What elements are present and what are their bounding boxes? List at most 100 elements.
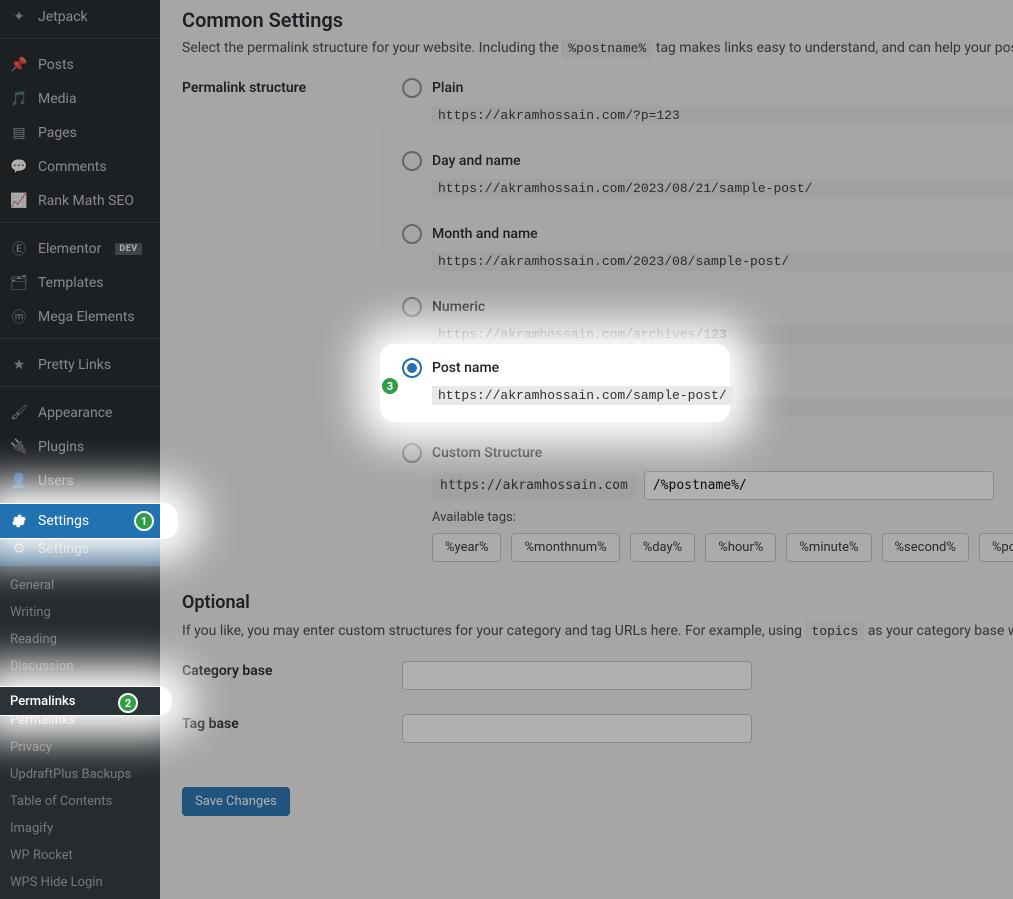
radio-monthname[interactable]: Month and name https://akramhossain.com/… <box>402 224 1013 271</box>
subitem-updraftplus[interactable]: UpdraftPlus Backups <box>0 761 160 788</box>
available-tags: %year% %monthnum% %day% %hour% %minute% … <box>432 533 1013 562</box>
sample-url: https://akramhossain.com/archives/123 <box>432 325 1013 344</box>
sidebar-item-label: Posts <box>38 57 74 73</box>
sidebar-item-label: Settings <box>38 541 89 557</box>
sidebar-item-megaelements[interactable]: ⓜ Mega Elements <box>0 300 160 334</box>
radio-label: Custom Structure <box>432 445 542 461</box>
admin-sidebar: ✦ Jetpack 📌 Posts 🎵 Media ▤ Pages 💬 Comm… <box>0 0 160 899</box>
tag-postid[interactable]: %post_id% <box>979 533 1013 562</box>
category-base-label: Category base <box>182 661 372 679</box>
sidebar-item-label: Pages <box>38 125 77 141</box>
sidebar-item-comments[interactable]: 💬 Comments <box>0 150 160 184</box>
subitem-toc[interactable]: Table of Contents <box>0 788 160 815</box>
elementor-icon: Ⓔ <box>10 240 28 258</box>
radio-label: Day and name <box>432 153 521 169</box>
radio-input-plain[interactable] <box>402 78 422 98</box>
radio-input-dayname[interactable] <box>402 151 422 171</box>
plugins-icon: 🔌 <box>10 438 28 456</box>
sidebar-item-elementor[interactable]: Ⓔ Elementor DEV <box>0 232 160 266</box>
comments-icon: 💬 <box>10 158 28 176</box>
permalink-radio-list: Plain https://akramhossain.com/?p=123 Da… <box>402 78 1013 562</box>
subitem-imagify[interactable]: Imagify <box>0 815 160 842</box>
sidebar-item-label: Pretty Links <box>38 357 111 373</box>
subitem-privacy[interactable]: Privacy <box>0 734 160 761</box>
sidebar-item-label: Mega Elements <box>38 309 135 325</box>
appearance-icon: 🖌 <box>10 404 28 422</box>
radio-custom[interactable]: Custom Structure https://akramhossain.co… <box>402 443 1013 562</box>
sidebar-item-label: Rank Math SEO <box>38 193 134 209</box>
sidebar-item-templates[interactable]: 🗂 Templates <box>0 266 160 300</box>
jetpack-icon: ✦ <box>10 8 28 26</box>
optional-heading: Optional <box>182 592 1013 613</box>
sidebar-item-label: Elementor <box>38 241 101 257</box>
sidebar-item-posts[interactable]: 📌 Posts <box>0 48 160 82</box>
sidebar-item-prettylinks[interactable]: ★ Pretty Links <box>0 348 160 382</box>
permalink-structure-label: Permalink structure <box>182 78 372 96</box>
settings-icon: ⚙ <box>10 540 28 558</box>
sample-url: https://akramhossain.com/2023/08/21/samp… <box>432 179 1013 198</box>
sidebar-item-label: Settings <box>38 513 89 529</box>
custom-structure-input[interactable] <box>644 471 994 500</box>
subitem-wprocket[interactable]: WP Rocket <box>0 842 160 869</box>
sidebar-item-label: Permalinks <box>10 694 75 709</box>
radio-input-numeric[interactable] <box>402 297 422 317</box>
spot-radio-postname[interactable]: Post name https://akramhossain.com/sampl… <box>402 358 733 405</box>
sidebar-item-jetpack[interactable]: ✦ Jetpack <box>0 0 160 34</box>
step-badge-3: 3 <box>380 376 400 396</box>
settings-icon <box>10 513 28 529</box>
tag-monthnum[interactable]: %monthnum% <box>511 533 619 562</box>
sidebar-item-label: Jetpack <box>38 9 88 25</box>
tag-day[interactable]: %day% <box>630 533 696 562</box>
postname-tag: %postname% <box>562 39 652 58</box>
templates-icon: 🗂 <box>10 274 28 292</box>
subitem-wpshidelogin[interactable]: WPS Hide Login <box>0 869 160 896</box>
pin-icon: 📌 <box>10 56 28 74</box>
sidebar-item-label: Comments <box>38 159 107 175</box>
tag-year[interactable]: %year% <box>432 533 501 562</box>
sidebar-item-users[interactable]: 👤 Users <box>0 464 160 498</box>
radio-label: Plain <box>432 80 463 96</box>
tag-minute[interactable]: %minute% <box>786 533 871 562</box>
custom-prefix: https://akramhossain.com <box>432 472 636 499</box>
radio-numeric[interactable]: Numeric https://akramhossain.com/archive… <box>402 297 1013 344</box>
subitem-general[interactable]: General <box>0 572 160 599</box>
subitem-reading[interactable]: Reading <box>0 626 160 653</box>
seo-icon: 📈 <box>10 192 28 210</box>
tag-base-label: Tag base <box>182 714 372 732</box>
radio-label: Month and name <box>432 226 538 242</box>
sidebar-item-plugins[interactable]: 🔌 Plugins <box>0 430 160 464</box>
radio-dayname[interactable]: Day and name https://akramhossain.com/20… <box>402 151 1013 198</box>
step-badge-1: 1 <box>134 511 154 531</box>
sample-url: https://akramhossain.com/?p=123 <box>432 106 1013 125</box>
sidebar-item-appearance[interactable]: 🖌 Appearance <box>0 396 160 430</box>
subitem-discussion[interactable]: Discussion <box>0 653 160 680</box>
tag-second[interactable]: %second% <box>882 533 969 562</box>
optional-desc: If you like, you may enter custom struct… <box>182 623 1013 639</box>
subitem-writing[interactable]: Writing <box>0 599 160 626</box>
save-button[interactable]: Save Changes <box>182 787 290 816</box>
sample-url: https://akramhossain.com/2023/08/sample-… <box>432 252 1013 271</box>
category-base-input[interactable] <box>402 661 752 690</box>
radio-input-monthname[interactable] <box>402 224 422 244</box>
sidebar-item-rankmath[interactable]: 📈 Rank Math SEO <box>0 184 160 218</box>
tag-base-input[interactable] <box>402 714 752 743</box>
sidebar-item-label: Media <box>38 91 77 107</box>
users-icon: 👤 <box>10 472 28 490</box>
radio-plain[interactable]: Plain https://akramhossain.com/?p=123 <box>402 78 1013 125</box>
mega-icon: ⓜ <box>10 308 28 326</box>
sidebar-item-media[interactable]: 🎵 Media <box>0 82 160 116</box>
sidebar-item-pages[interactable]: ▤ Pages <box>0 116 160 150</box>
sidebar-item-label: Users <box>38 473 74 489</box>
available-tags-label: Available tags: <box>432 510 1013 525</box>
sample-url: https://akramhossain.com/sample-post/ <box>432 386 733 405</box>
topics-tag: topics <box>805 622 864 641</box>
star-icon: ★ <box>10 356 28 374</box>
radio-input-postname[interactable] <box>402 358 422 378</box>
tag-hour[interactable]: %hour% <box>705 533 776 562</box>
dev-badge: DEV <box>115 243 141 255</box>
settings-submenu: General Writing Reading Discussion Media… <box>0 566 160 899</box>
radio-label: Numeric <box>432 299 485 315</box>
section-desc: Select the permalink structure for your … <box>182 40 1013 56</box>
radio-input-custom[interactable] <box>402 443 422 463</box>
settings-permalinks-content: Common Settings Select the permalink str… <box>160 0 1013 899</box>
